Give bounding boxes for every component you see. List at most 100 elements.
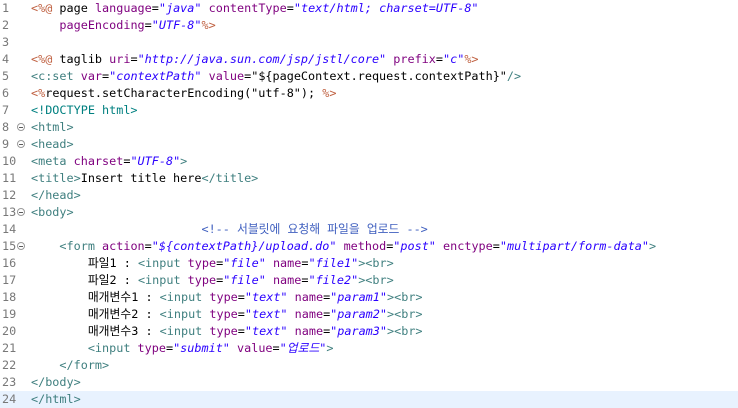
fold-collapse-icon[interactable]: [17, 242, 25, 250]
code-line[interactable]: 13 <body>: [0, 204, 738, 221]
token-el: taglib: [52, 52, 110, 66]
fold-collapse-icon[interactable]: [17, 123, 25, 131]
token-tag: <input: [159, 324, 210, 338]
token-tag: </form>: [59, 358, 110, 372]
line-number: 7: [2, 103, 10, 117]
code-line[interactable]: 20 매개변수3 : <input type="text" name="para…: [0, 323, 738, 340]
token-str: "UTF-8": [130, 154, 181, 168]
code-line[interactable]: 21 <input type="submit" value="업로드">: [0, 340, 738, 357]
code-line[interactable]: 24 </html>: [0, 391, 738, 408]
line-code: <body>: [31, 204, 74, 221]
token-el: [336, 239, 343, 253]
line-gutter: 22: [0, 357, 30, 374]
code-line[interactable]: 5 <c:set var="contextPath" value="${pageC…: [0, 68, 738, 85]
line-number: 24: [2, 392, 17, 406]
token-attr: charset: [73, 154, 124, 168]
token-tag: <input: [159, 307, 210, 321]
token-str: "param3": [330, 324, 387, 338]
code-editor[interactable]: 1 <%@ page language="java" contentType="t…: [0, 0, 738, 408]
line-number: 1: [2, 1, 10, 15]
token-text: Insert title here: [80, 171, 202, 185]
code-line[interactable]: 7 <!DOCTYPE html>: [0, 102, 738, 119]
code-line[interactable]: 22 </form>: [0, 357, 738, 374]
token-str: "param2": [330, 307, 387, 321]
token-comment: <!-- 서블릿에 요청해 파일을 업로드 -->: [201, 222, 428, 236]
line-gutter: 18: [0, 289, 30, 306]
token-attr: var: [80, 69, 103, 83]
line-gutter: 17: [0, 272, 30, 289]
line-code: 파일2 : <input type="file" name="file2"><b…: [31, 272, 394, 289]
token-text: 매개변수1 :: [87, 290, 160, 304]
line-gutter: 19: [0, 306, 30, 323]
token-str: "c": [443, 52, 465, 66]
line-gutter: 15: [0, 238, 30, 255]
fold-collapse-icon[interactable]: [17, 208, 25, 216]
code-line[interactable]: 3: [0, 34, 738, 51]
line-number: 17: [2, 273, 17, 287]
code-line[interactable]: 15 <form action="${contextPath}/upload.d…: [0, 238, 738, 255]
token-punct: =: [237, 307, 245, 321]
code-line[interactable]: 14 <!-- 서블릿에 요청해 파일을 업로드 -->: [0, 221, 738, 238]
line-number: 13: [2, 205, 17, 219]
token-str: "text/html; charset=UTF-8": [293, 1, 479, 15]
token-tag: <form: [59, 239, 103, 253]
token-attr: value: [237, 341, 273, 355]
code-line[interactable]: 16 파일1 : <input type="file" name="file1"…: [0, 255, 738, 272]
token-tag: <input: [137, 273, 188, 287]
token-punct: =: [130, 52, 138, 66]
token-attr: action: [102, 239, 145, 253]
token-el: [202, 1, 209, 15]
token-str: "submit": [173, 341, 230, 355]
line-code: 매개변수3 : <input type="text" name="param3"…: [31, 323, 423, 340]
token-punct: =: [144, 239, 152, 253]
token-str: "param1": [330, 290, 387, 304]
token-punct: =: [272, 341, 280, 355]
token-str: "contextPath": [109, 69, 202, 83]
code-line[interactable]: 11 <title>Insert title here</title>: [0, 170, 738, 187]
token-str: "java": [158, 1, 202, 15]
token-doctype: <!DOCTYPE html>: [31, 103, 138, 117]
token-str: "multipart/form-data": [499, 239, 650, 253]
code-line[interactable]: 8 <html>: [0, 119, 738, 136]
token-attr: type: [187, 273, 217, 287]
line-number: 9: [2, 137, 10, 151]
token-el: [288, 324, 295, 338]
code-line[interactable]: 4 <%@ taglib uri="http://java.sun.com/jsp…: [0, 51, 738, 68]
code-line[interactable]: 1 <%@ page language="java" contentType="t…: [0, 0, 738, 17]
code-line[interactable]: 18 매개변수1 : <input type="text" name="para…: [0, 289, 738, 306]
code-line[interactable]: 6 <%request.setCharacterEncoding("utf-8")…: [0, 85, 738, 102]
line-number: 6: [2, 86, 10, 100]
code-line[interactable]: 12 </head>: [0, 187, 738, 204]
token-str: "file": [223, 256, 266, 270]
line-number: 14: [2, 222, 17, 236]
token-delim: <%@: [31, 52, 53, 66]
line-code: <input type="submit" value="업로드">: [31, 340, 334, 357]
code-line[interactable]: 9 <head>: [0, 136, 738, 153]
code-line[interactable]: 17 파일2 : <input type="file" name="file2"…: [0, 272, 738, 289]
code-line[interactable]: 2 pageEncoding="UTF-8"%>: [0, 17, 738, 34]
line-code: <meta charset="UTF-8">: [31, 153, 187, 170]
fold-collapse-icon[interactable]: [17, 140, 25, 148]
token-attr: enctype: [443, 239, 493, 253]
token-attr: name: [272, 256, 302, 270]
line-gutter: 8: [0, 119, 30, 136]
line-gutter: 16: [0, 255, 30, 272]
code-line[interactable]: 23 </body>: [0, 374, 738, 391]
token-tag: >: [326, 341, 334, 355]
token-tag: />: [506, 69, 522, 83]
line-gutter: 2: [0, 17, 30, 34]
line-number: 15: [2, 239, 17, 253]
code-line[interactable]: 19 매개변수2 : <input type="text" name="para…: [0, 306, 738, 323]
line-code: 파일1 : <input type="file" name="file1"><b…: [31, 255, 394, 272]
code-line[interactable]: 10 <meta charset="UTF-8">: [0, 153, 738, 170]
line-number: 8: [2, 120, 10, 134]
token-attr: type: [137, 341, 166, 355]
token-attr: contentType: [208, 1, 287, 15]
token-punct: =: [435, 52, 443, 66]
